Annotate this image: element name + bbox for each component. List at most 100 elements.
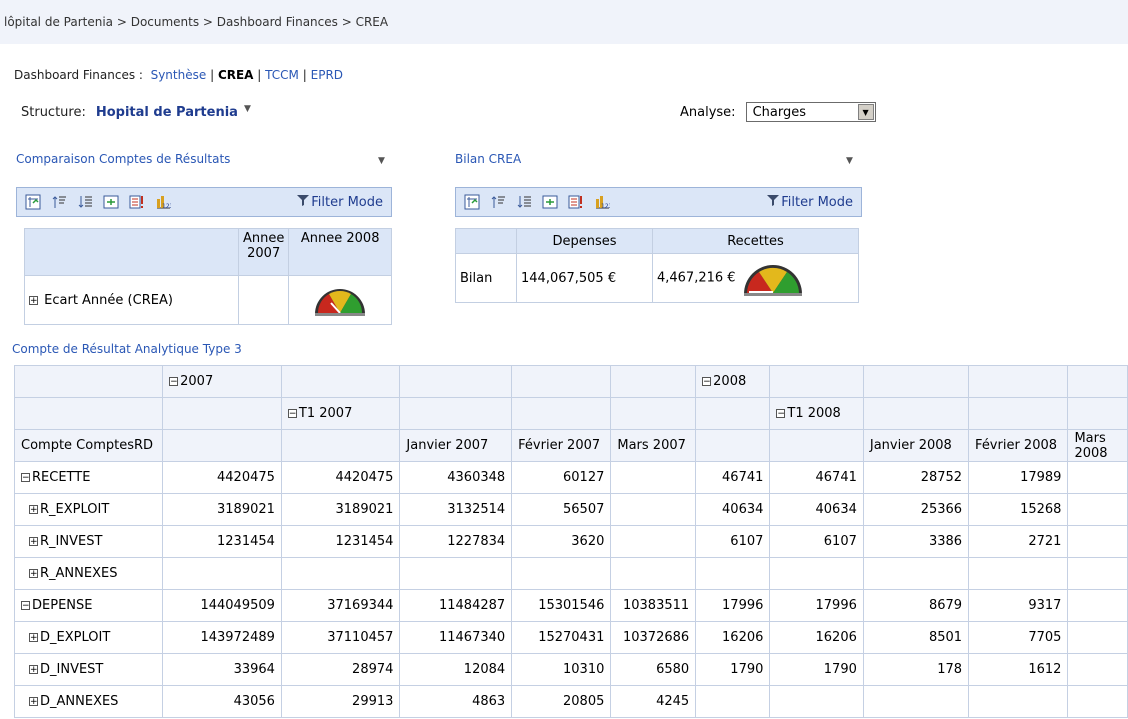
row-label: R_INVEST [40, 534, 103, 549]
kpi-cell [288, 275, 392, 325]
row-header[interactable]: + R_EXPLOIT [13, 493, 164, 526]
pivot-icon[interactable] [25, 194, 41, 210]
value-cell [1067, 461, 1128, 494]
col-header-month[interactable]: Mars 2007 [610, 429, 697, 462]
col-header-t1-2007[interactable]: − T1 2007 [280, 397, 401, 430]
value-cell: 1790 [695, 653, 771, 686]
col-header-2008[interactable]: −2008 [695, 365, 771, 398]
expand-collapse-icon[interactable] [103, 194, 119, 210]
wp-menu-chevron-icon[interactable]: ▼ [846, 156, 853, 166]
col-header-month[interactable]: Janvier 2008 [862, 429, 970, 462]
expand-icon[interactable]: + [29, 295, 38, 305]
value-cell: 46741 [769, 461, 864, 494]
expand-icon[interactable]: + [29, 633, 38, 643]
collapse-icon[interactable]: − [287, 409, 297, 419]
value-cell: 10310 [511, 653, 612, 686]
analyse-select[interactable]: Charges ▼ [745, 102, 876, 122]
show-details-icon[interactable] [129, 194, 145, 210]
col-header-label: T1 2008 [787, 406, 841, 421]
nav-separator: | [302, 68, 307, 82]
structure-value[interactable]: Hopital de Partenia [96, 105, 238, 120]
empty-cell [862, 397, 970, 430]
compte-resultat-table: −2007 −2008 − T1 2007 − T1 2008 Compte Com… [13, 365, 1128, 718]
col-header-t1-2008[interactable]: − T1 2008 [769, 397, 864, 430]
wp-bilan-title[interactable]: Bilan CREA [455, 152, 521, 166]
col-header-label: 2008 [713, 374, 747, 389]
value-cell: 17989 [968, 461, 1069, 494]
expand-icon[interactable]: + [29, 537, 38, 547]
value-cell: 3189021 [280, 493, 401, 526]
value-cell: 2721 [968, 525, 1069, 558]
collapse-icon[interactable]: − [702, 377, 712, 387]
expand-icon[interactable]: + [29, 665, 38, 675]
row-header[interactable]: + R_ANNEXES [13, 557, 164, 590]
col-header-month[interactable]: Janvier 2007 [399, 429, 513, 462]
col-header-month[interactable]: Février 2008 [968, 429, 1069, 462]
value-cell: 46741 [695, 461, 771, 494]
crt-title[interactable]: Compte de Résultat Analytique Type 3 [12, 342, 242, 356]
expand-icon[interactable]: + [29, 505, 38, 515]
row-header[interactable]: − RECETTE [13, 461, 164, 494]
value-cell [1067, 653, 1128, 686]
collapse-icon[interactable]: − [169, 377, 179, 387]
nav-link-synthese[interactable]: Synthèse [151, 68, 207, 82]
number-format-icon[interactable]: 123 [594, 194, 610, 210]
collapse-icon[interactable]: − [21, 473, 30, 483]
col-header-month[interactable]: Février 2007 [511, 429, 612, 462]
structure-dropdown-icon[interactable]: ▼ [244, 104, 251, 114]
filter-mode-button[interactable]: Filter Mode [767, 194, 853, 210]
nav-separator: | [257, 68, 262, 82]
dropdown-arrow-icon[interactable]: ▼ [857, 104, 874, 120]
value-cell: 3386 [862, 525, 970, 558]
collapse-icon[interactable]: − [776, 409, 786, 419]
value-cell [280, 557, 401, 590]
nav-link-eprd[interactable]: EPRD [311, 68, 343, 82]
table-row: + R_EXPLOIT 3189021 3189021 3132514 56507 4063… [13, 493, 1128, 526]
value-cell: 3189021 [162, 493, 282, 526]
row-label: R_EXPLOIT [40, 502, 110, 517]
col-header-label: T1 2007 [298, 406, 353, 421]
row-header[interactable]: + D_EXPLOIT [13, 621, 164, 654]
value-cell [1067, 525, 1128, 558]
value-cell: 43056 [162, 685, 282, 718]
row-header-bilan[interactable]: Bilan [455, 253, 517, 303]
row-header-ecart[interactable]: + Ecart Année (CREA) [24, 275, 239, 325]
pivot-icon[interactable] [464, 194, 480, 210]
row-header[interactable]: + R_INVEST [13, 525, 164, 558]
value-cell: 56507 [511, 493, 612, 526]
value-cell: 4360348 [399, 461, 513, 494]
svg-text:123: 123 [601, 203, 610, 210]
expand-collapse-icon[interactable] [542, 194, 558, 210]
value-cell: 178 [862, 653, 970, 686]
value-cell [610, 557, 697, 590]
expand-icon[interactable]: + [29, 569, 38, 579]
value-cell [511, 557, 612, 590]
value-cell [399, 557, 513, 590]
breadcrumb[interactable]: lôpital de Partenia > Documents > Dashbo… [0, 0, 1128, 44]
value-cell: 3620 [511, 525, 612, 558]
collapse-icon[interactable]: − [21, 601, 30, 611]
nav-link-tccm[interactable]: TCCM [265, 68, 299, 82]
empty-cell [695, 429, 771, 462]
number-format-icon[interactable]: 123 [155, 194, 171, 210]
row-axis-header[interactable]: Compte ComptesRD [13, 429, 164, 462]
row-header[interactable]: + D_INVEST [13, 653, 164, 686]
filter-mode-button[interactable]: Filter Mode [297, 194, 383, 210]
sort-descending-icon[interactable] [516, 194, 532, 210]
col-header-month[interactable]: Mars 2008 [1067, 429, 1128, 462]
row-header[interactable]: + D_ANNEXES [13, 685, 164, 718]
value-depenses: 144,067,505 € [516, 253, 653, 303]
structure-label: Structure: [21, 105, 86, 120]
value-cell: 40634 [695, 493, 771, 526]
sort-descending-icon[interactable] [77, 194, 93, 210]
expand-icon[interactable]: + [29, 697, 38, 707]
wp-menu-chevron-icon[interactable]: ▼ [378, 156, 385, 166]
row-header[interactable]: − DEPENSE [13, 589, 164, 622]
table-row: + R_ANNEXES [13, 557, 1128, 590]
wp-comparaison-title[interactable]: Comparaison Comptes de Résultats [16, 152, 230, 166]
sort-ascending-icon[interactable] [490, 194, 506, 210]
sort-ascending-icon[interactable] [51, 194, 67, 210]
col-header-2007[interactable]: −2007 [162, 365, 282, 398]
show-details-icon[interactable] [568, 194, 584, 210]
nav-link-crea[interactable]: CREA [218, 68, 254, 82]
